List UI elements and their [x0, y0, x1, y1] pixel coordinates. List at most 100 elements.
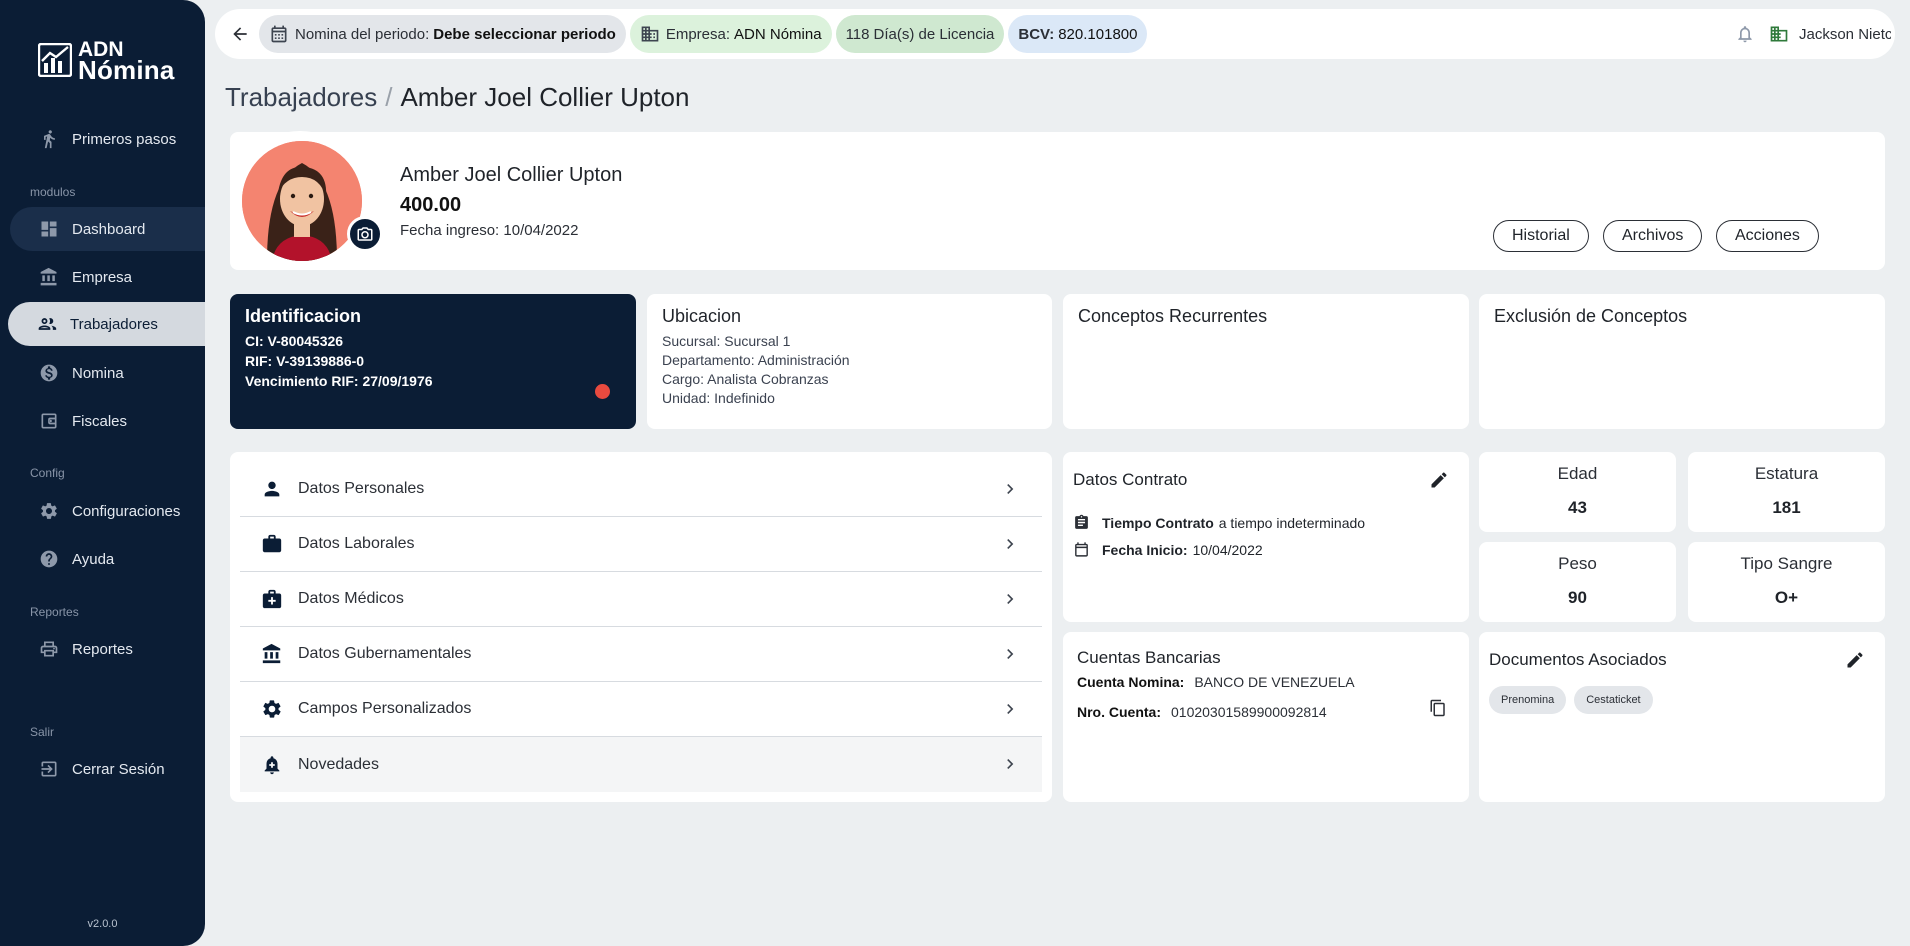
wallet-icon	[38, 410, 60, 432]
back-button[interactable]	[223, 17, 257, 51]
help-icon	[38, 548, 60, 570]
ubicacion-title: Ubicacion	[662, 306, 742, 326]
sidebar-item-ayuda[interactable]: Ayuda	[10, 537, 205, 581]
menu-item-campos-personalizados[interactable]: Campos Personalizados	[240, 682, 1042, 737]
change-photo-button[interactable]	[347, 216, 383, 252]
stat-estatura: Estatura 181	[1688, 452, 1885, 532]
contrato-inicio-row: Fecha Inicio: 10/04/2022	[1073, 541, 1459, 558]
building-icon	[641, 26, 659, 42]
contrato-title: Datos Contrato	[1073, 470, 1188, 489]
conceptos-title: Conceptos Recurrentes	[1078, 306, 1268, 326]
avatar	[242, 141, 362, 261]
tiempo-label: Tiempo Contrato	[1102, 514, 1214, 531]
cuenta-nomina-value: BANCO DE VENEZUELA	[1194, 674, 1355, 690]
section-config: Config	[30, 466, 65, 480]
tiempo-value: a tiempo indeterminado	[1218, 514, 1366, 531]
breadcrumb-current: Amber Joel Collier Upton	[400, 82, 690, 112]
datos-contrato-card: Datos Contrato Tiempo Contrato a tiempo …	[1063, 452, 1469, 622]
copy-account-button[interactable]	[1429, 699, 1449, 719]
nro-cuenta-label: Nro. Cuenta:	[1077, 704, 1161, 720]
stat-label: Tipo Sangre	[1740, 554, 1833, 573]
sidebar-item-label: Ayuda	[72, 550, 115, 568]
breadcrumb-root[interactable]: Trabajadores	[225, 82, 377, 112]
historial-button[interactable]: Historial	[1493, 220, 1589, 252]
bell-plus-icon	[260, 753, 284, 777]
status-indicator	[595, 384, 610, 399]
conceptos-recurrentes-card[interactable]: Conceptos Recurrentes	[1063, 294, 1469, 429]
cuentas-bancarias-card: Cuentas Bancarias Cuenta Nomina: BANCO DE…	[1063, 632, 1469, 802]
cuentas-title: Cuentas Bancarias	[1077, 648, 1221, 667]
document-tag[interactable]: Cestaticket	[1574, 686, 1653, 714]
bell-icon[interactable]	[1735, 24, 1755, 44]
licencia-chip[interactable]: 118 Día(s) de Licencia	[835, 15, 1005, 53]
menu-item-datos-medicos[interactable]: Datos Médicos	[240, 572, 1042, 627]
stat-tipo-sangre: Tipo Sangre O+	[1688, 542, 1885, 622]
sidebar-item-fiscales[interactable]: Fiscales	[10, 399, 205, 443]
dashboard-icon	[38, 218, 60, 240]
avatar-portrait	[242, 141, 362, 261]
acciones-button[interactable]: Acciones	[1716, 220, 1819, 252]
datos-menu: Datos Personales Datos Laborales Datos M…	[230, 452, 1052, 802]
sidebar-item-empresa[interactable]: Empresa	[10, 255, 205, 299]
people-icon	[36, 313, 58, 335]
print-icon	[38, 638, 60, 660]
user-name: Jackson Nietc	[1799, 25, 1891, 43]
worker-salary: 400.00	[400, 194, 462, 216]
menu-item-datos-gubernamentales[interactable]: Datos Gubernamentales	[240, 627, 1042, 682]
contrato-tiempo-row: Tiempo Contrato a tiempo indeterminado	[1073, 514, 1459, 531]
menu-item-datos-personales[interactable]: Datos Personales	[240, 462, 1042, 517]
empresa-value: ADN Nómina	[734, 25, 822, 43]
chart-logo-icon	[38, 43, 72, 77]
edit-contrato-button[interactable]	[1429, 470, 1451, 492]
sidebar: ADN Nómina Primeros pasos modulos Dashbo…	[0, 0, 205, 946]
periodo-chip[interactable]: Nomina del periodo: Debe seleccionar per…	[259, 15, 626, 53]
chevron-right-icon	[1000, 644, 1020, 664]
stat-value: 43	[1568, 498, 1587, 517]
exclusion-conceptos-card[interactable]: Exclusión de Conceptos	[1479, 294, 1885, 429]
arrow-left-icon	[233, 27, 247, 41]
cuenta-nomina-row: Cuenta Nomina: BANCO DE VENEZUELA	[1077, 674, 1455, 690]
empresa-chip[interactable]: Empresa: ADN Nómina	[629, 15, 832, 53]
section-salir: Salir	[30, 725, 55, 739]
stat-label: Edad	[1557, 464, 1598, 483]
sidebar-item-cerrar-sesion[interactable]: Cerrar Sesión	[10, 747, 205, 791]
calendar-icon	[271, 25, 287, 43]
sidebar-item-label: Primeros pasos	[72, 130, 177, 148]
stat-value: 90	[1568, 588, 1587, 607]
edit-documentos-button[interactable]	[1845, 650, 1867, 672]
copy-icon	[1430, 699, 1445, 717]
stat-value: 181	[1772, 498, 1801, 517]
dollar-icon	[38, 362, 60, 384]
avatar-frame	[232, 131, 383, 267]
document-tag[interactable]: Prenomina	[1489, 686, 1567, 714]
chevron-right-icon	[1000, 534, 1020, 554]
menu-item-datos-laborales[interactable]: Datos Laborales	[240, 517, 1042, 572]
clipboard-icon	[1075, 514, 1088, 529]
stat-edad: Edad 43	[1479, 452, 1676, 532]
documentos-asociados-card: Documentos Asociados Prenomina Cestatick…	[1479, 632, 1885, 802]
person-icon	[260, 477, 284, 501]
sidebar-item-reportes[interactable]: Reportes	[10, 627, 205, 671]
sidebar-item-nomina[interactable]: Nomina	[10, 351, 205, 395]
sidebar-item-primeros-pasos[interactable]: Primeros pasos	[10, 117, 205, 161]
bank-icon	[260, 642, 284, 666]
archivos-button[interactable]: Archivos	[1603, 220, 1703, 252]
licencia-label: Día(s) de Licencia	[873, 25, 995, 43]
sidebar-item-configuraciones[interactable]: Configuraciones	[10, 489, 205, 533]
camera-icon	[357, 227, 373, 241]
worker-ingreso-date: Fecha ingreso: 10/04/2022	[400, 222, 579, 239]
pencil-icon	[1847, 652, 1863, 668]
sidebar-item-trabajadores[interactable]: Trabajadores	[8, 302, 205, 346]
walk-icon	[38, 128, 60, 150]
periodo-value: Debe seleccionar periodo	[433, 25, 616, 43]
sidebar-item-dashboard[interactable]: Dashboard	[10, 207, 205, 251]
app-logo[interactable]: ADN Nómina	[38, 39, 175, 83]
menu-item-label: Campos Personalizados	[298, 700, 472, 717]
gear-icon	[38, 500, 60, 522]
bank-icon	[38, 266, 60, 288]
menu-item-label: Datos Laborales	[298, 535, 415, 552]
calendar-icon	[1075, 542, 1088, 557]
bcv-chip[interactable]: BCV: 820.101800	[1008, 15, 1148, 53]
user-menu[interactable]: Jackson Nietc	[1769, 24, 1891, 44]
menu-item-novedades[interactable]: Novedades	[240, 737, 1042, 792]
